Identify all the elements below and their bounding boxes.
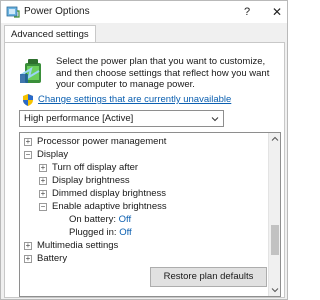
setting-value-link[interactable]: Off	[119, 227, 132, 238]
expand-plus-icon[interactable]: +	[39, 164, 47, 172]
advanced-settings-panel: Select the power plan that you want to c…	[4, 42, 285, 298]
window-title: Power Options	[24, 6, 90, 17]
chevron-down-icon	[211, 117, 219, 122]
restore-plan-defaults-button[interactable]: Restore plan defaults	[150, 267, 267, 287]
uac-shield-icon	[23, 94, 33, 106]
tree-item-label: Display brightness	[52, 175, 130, 186]
setting-label: On battery:	[69, 214, 116, 225]
tree-item-label: Display	[37, 149, 69, 160]
collapse-minus-icon[interactable]: −	[39, 203, 47, 211]
title-bar[interactable]: Power Options ? ✕	[1, 1, 287, 23]
power-options-window: Power Options ? ✕ Advanced settings Sele…	[0, 0, 288, 300]
tree-item-label: Processor power management	[37, 136, 167, 147]
power-options-app-icon	[6, 6, 20, 18]
setting-value-link[interactable]: Off	[119, 214, 132, 225]
scroll-down-arrow-icon[interactable]	[271, 286, 279, 294]
expand-plus-icon[interactable]: +	[39, 190, 47, 198]
expand-plus-icon[interactable]: +	[24, 255, 32, 263]
power-plan-selected-value: High performance [Active]	[24, 113, 134, 124]
setting-label: Plugged in:	[69, 227, 117, 238]
scroll-thumb[interactable]	[271, 225, 279, 255]
scroll-up-arrow-icon[interactable]	[271, 135, 279, 143]
close-button[interactable]: ✕	[269, 4, 285, 20]
collapse-minus-icon[interactable]: −	[24, 151, 32, 159]
tree-scrollbar[interactable]	[268, 133, 280, 296]
intro-text: Select the power plan that you want to c…	[56, 56, 270, 90]
change-settings-link[interactable]: Change settings that are currently unava…	[38, 94, 231, 105]
expand-plus-icon[interactable]: +	[24, 242, 32, 250]
help-button[interactable]: ?	[239, 4, 255, 20]
tab-strip: Advanced settings	[1, 23, 287, 44]
expand-plus-icon[interactable]: +	[24, 138, 32, 146]
tree-item-label: Turn off display after	[52, 162, 139, 173]
power-plan-dropdown[interactable]: High performance [Active]	[19, 110, 224, 127]
tree-item-label: Dimmed display brightness	[52, 188, 167, 199]
expand-plus-icon[interactable]: +	[39, 177, 47, 185]
tree-item-on-battery[interactable]: On battery: Off	[69, 214, 131, 226]
tree-item-label: Multimedia settings	[37, 240, 119, 251]
tree-item-plugged-in[interactable]: Plugged in: Off	[69, 227, 132, 239]
power-plan-icon	[20, 59, 41, 83]
tree-item-label: Enable adaptive brightness	[52, 201, 167, 212]
tree-item-label: Battery	[37, 253, 68, 264]
